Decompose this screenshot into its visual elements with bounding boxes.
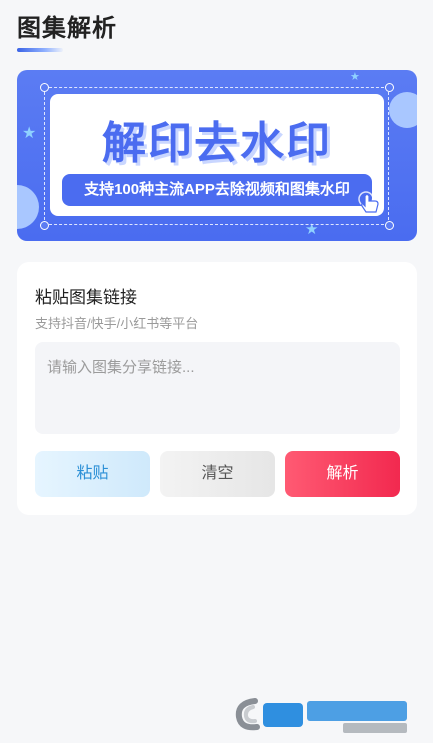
link-input-card: 粘贴图集链接 支持抖音/快手/小红书等平台 粘贴 清空 解析	[17, 262, 417, 515]
bubble-right-decoration	[389, 92, 417, 128]
star-icon: ★	[22, 125, 37, 142]
card-subtitle: 支持抖音/快手/小红书等平台	[35, 316, 199, 331]
clear-button[interactable]: 清空	[160, 451, 275, 497]
frame-handle	[385, 221, 394, 230]
card-title: 粘贴图集链接	[35, 288, 137, 307]
frame-handle	[40, 83, 49, 92]
banner-subtitle: 支持100种主流APP去除视频和图集水印	[62, 174, 372, 206]
star-icon: ★	[350, 71, 360, 83]
bubble-left-decoration	[17, 185, 39, 229]
hand-pointer-icon	[358, 191, 379, 213]
promo-banner: ★ ★ ★ 解印去水印 支持100种主流APP去除视频和图集水印	[17, 70, 417, 241]
page-title: 图集解析	[17, 15, 117, 42]
frame-handle	[40, 221, 49, 230]
banner-title: 解印去水印	[102, 118, 332, 169]
parse-button[interactable]: 解析	[285, 451, 400, 497]
title-underline	[17, 48, 63, 52]
frame-handle	[385, 83, 394, 92]
banner-inner-card: 解印去水印 支持100种主流APP去除视频和图集水印	[50, 94, 384, 216]
paste-button[interactable]: 粘贴	[35, 451, 150, 497]
link-input[interactable]	[35, 342, 400, 434]
site-watermark-logo	[235, 698, 407, 733]
